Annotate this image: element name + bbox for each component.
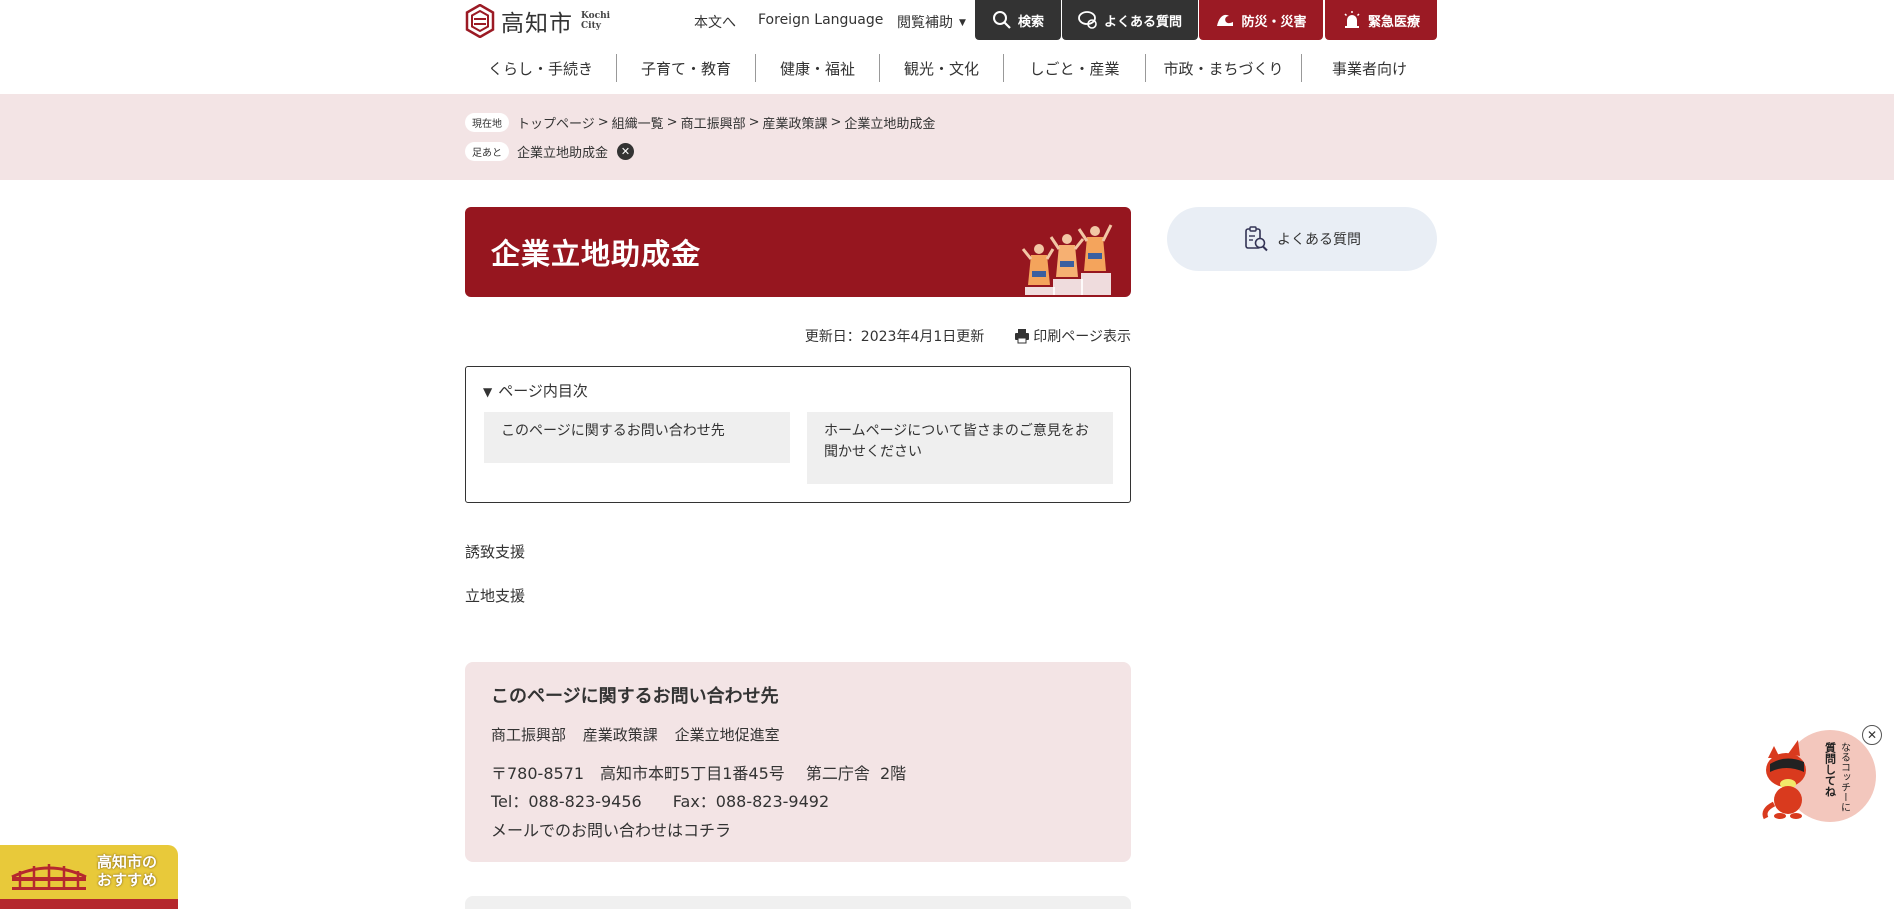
dept-link[interactable]: 商工振興部	[491, 726, 566, 744]
nav-business[interactable]: 事業者向け	[1302, 54, 1437, 82]
section-link-location-support[interactable]: 立地支援	[465, 587, 525, 605]
yosakoi-dancers-illustration	[1021, 224, 1113, 295]
site-logo[interactable]: 高知市 Kochi City	[465, 4, 610, 38]
page-meta: 更新日：2023年4月1日更新 印刷ページ表示	[790, 326, 1131, 346]
breadcrumb-area: 現在地 トップページ > 組織一覧 > 商工振興部 > 産業政策課 > 企業立地…	[0, 94, 1894, 180]
printer-icon	[1015, 329, 1030, 344]
toc-link-feedback[interactable]: ホームページについて皆さまのご意見をお聞かせください	[824, 423, 1089, 460]
document-search-icon	[1245, 226, 1268, 252]
recommendation-bar	[0, 899, 178, 909]
faq-header-button[interactable]: よくある質問	[1062, 0, 1198, 40]
tel-number: Tel：088-823-9456	[491, 792, 642, 811]
page-title: 企業立地助成金	[491, 237, 702, 271]
toc-item: ホームページについて皆さまのご意見をお聞かせください	[807, 412, 1113, 484]
siren-icon	[1344, 11, 1360, 28]
breadcrumb-commerce-dept: 商工振興部	[680, 117, 746, 132]
contact-heading: このページに関するお問い合わせ先	[491, 686, 779, 707]
toc-heading[interactable]: ページ内目次	[483, 380, 588, 401]
recommendation-banner[interactable]: 高知市の おすすめ	[0, 845, 178, 909]
breadcrumb-industry-policy[interactable]: 産業政策課	[763, 113, 828, 132]
accessibility-menu[interactable]: 閲覧補助	[897, 12, 966, 32]
search-icon	[992, 11, 1011, 29]
mail-contact-link[interactable]: メールでのお問い合わせはコチラ	[491, 821, 731, 840]
wave-icon	[1217, 14, 1234, 26]
nav-living[interactable]: くらし・手続き	[465, 54, 617, 82]
nav-work-industry[interactable]: しごと・産業	[1004, 54, 1146, 82]
recommendation-label: 高知市の おすすめ	[97, 853, 158, 889]
nav-childcare-education[interactable]: 子育て・教育	[617, 54, 756, 82]
fax-number: Fax：088-823-9492	[672, 792, 830, 811]
footprint-tag: 足あと	[465, 142, 509, 161]
footprint-history: 足あと 企業立地助成金 ✕	[465, 142, 635, 161]
skip-to-content-link[interactable]: 本文へ	[694, 12, 736, 32]
contact-mail: メールでのお問い合わせはコチラ	[491, 817, 731, 841]
mascot-close-icon[interactable]: ✕	[1862, 725, 1882, 745]
breadcrumb: 現在地 トップページ > 組織一覧 > 商工振興部 > 産業政策課 > 企業立地…	[465, 113, 935, 132]
mascot-text-2: 質問してね	[1824, 741, 1837, 797]
close-icon[interactable]: ✕	[617, 143, 635, 160]
logo-text: 高知市	[501, 11, 573, 37]
contact-phone: Tel：088-823-9456 Fax：088-823-9492	[491, 788, 829, 812]
nav-city-government[interactable]: 市政・まちづくり	[1146, 54, 1302, 82]
section-link-attraction-support[interactable]: 誘致支援	[465, 543, 525, 561]
section-item: 誘致支援	[465, 541, 525, 562]
toc-link-contact[interactable]: このページに関するお問い合わせ先	[501, 423, 725, 439]
city-emblem-icon	[465, 4, 495, 38]
contact-address: 〒780-8571 高知市本町5丁目1番45号 第二庁舎 2階	[491, 764, 907, 783]
search-button[interactable]: 検索	[975, 0, 1061, 40]
page-table-of-contents: ページ内目次 このページに関するお問い合わせ先 ホームページについて皆さまのご意…	[465, 366, 1131, 503]
breadcrumb-organizations[interactable]: 組織一覧	[612, 113, 664, 132]
bridge-illustration-icon	[11, 864, 87, 890]
mascot-chatbot-icon[interactable]: なるコッチーに 質問してね	[1758, 728, 1880, 824]
current-location-tag: 現在地	[465, 113, 509, 132]
updated-date: 更新日：2023年4月1日更新	[804, 329, 985, 345]
global-navigation: くらし・手続き 子育て・教育 健康・福祉 観光・文化 しごと・産業 市政・まちづ…	[465, 50, 1437, 84]
toc-item: このページに関するお問い合わせ先	[484, 412, 790, 463]
breadcrumb-home[interactable]: トップページ	[517, 113, 595, 132]
print-link[interactable]: 印刷ページ表示	[1033, 326, 1131, 346]
mascot-text-1: なるコッチーに	[1839, 742, 1850, 812]
building-link[interactable]: 第二庁舎	[806, 764, 870, 783]
nav-tourism-culture[interactable]: 観光・文化	[880, 54, 1004, 82]
office-name: 企業立地促進室	[674, 726, 780, 744]
chat-bubble-icon	[1078, 11, 1097, 29]
nav-health-welfare[interactable]: 健康・福祉	[756, 54, 880, 82]
breadcrumb-current-page: 企業立地助成金	[844, 117, 936, 132]
feedback-box	[465, 896, 1131, 909]
emergency-medical-button[interactable]: 緊急医療	[1325, 0, 1437, 40]
page-title-banner: 企業立地助成金	[465, 207, 1131, 297]
foreign-language-link[interactable]: Foreign Language	[758, 12, 883, 28]
disaster-prevention-button[interactable]: 防災・災害	[1199, 0, 1323, 40]
footprint-item[interactable]: 企業立地助成金	[517, 142, 608, 161]
print-view[interactable]: 印刷ページ表示	[1014, 326, 1131, 346]
site-header: 高知市 Kochi City 本文へ Foreign Language 閲覧補助…	[0, 0, 1894, 94]
section-item: 立地支援	[465, 585, 525, 606]
contact-department: 商工振興部 産業政策課 企業立地促進室	[491, 724, 780, 745]
section-link[interactable]: 産業政策課	[583, 726, 658, 744]
logo-english: Kochi City	[581, 11, 611, 31]
contact-box: このページに関するお問い合わせ先 商工振興部 産業政策課 企業立地促進室 〒78…	[465, 662, 1131, 862]
faq-side-button[interactable]: よくある質問	[1167, 207, 1437, 271]
